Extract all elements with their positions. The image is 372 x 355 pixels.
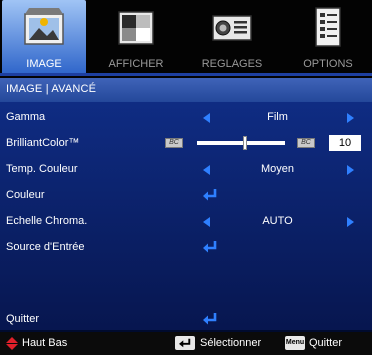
- tab-label: IMAGE: [26, 58, 62, 70]
- menu-row-brilliantcolor[interactable]: BrilliantColor™ BC BC 10: [0, 130, 372, 156]
- row-value: Film: [267, 111, 288, 123]
- row-label: Couleur: [6, 189, 45, 201]
- footer-help-bar: Haut Bas Sélectionner Menu Quitter: [0, 332, 372, 355]
- brilliantcolor-slider[interactable]: [197, 141, 285, 145]
- row-label: Gamma: [6, 111, 46, 123]
- osd-menu: IMAGE AFFICHER REGLAGES OPTIONS IMAGE | …: [0, 0, 372, 355]
- tab-divider: [0, 73, 372, 76]
- arrow-left-icon[interactable]: [203, 165, 210, 175]
- tab-label: REGLAGES: [201, 58, 263, 70]
- arrow-right-icon[interactable]: [347, 113, 354, 123]
- row-label: BrilliantColor™: [6, 137, 80, 149]
- quit-hint: Quitter: [309, 337, 343, 349]
- row-value: AUTO: [262, 215, 293, 227]
- enter-key-icon: [175, 336, 195, 350]
- tab-options[interactable]: OPTIONS: [286, 0, 370, 76]
- slider-thumb[interactable]: [243, 136, 247, 150]
- tab-afficher[interactable]: AFFICHER: [94, 0, 178, 76]
- arrow-right-icon[interactable]: [347, 217, 354, 227]
- up-down-icon: [6, 337, 18, 350]
- display-icon: [118, 11, 154, 45]
- row-label: Source d'Entrée: [6, 241, 85, 253]
- menu-row-couleur[interactable]: Couleur: [0, 182, 372, 208]
- arrow-left-icon[interactable]: [203, 113, 210, 123]
- arrow-left-icon[interactable]: [203, 217, 210, 227]
- enter-icon[interactable]: [202, 240, 218, 254]
- image-icon: [24, 8, 64, 45]
- brilliantcolor-min-icon: BC: [165, 138, 183, 148]
- tab-image[interactable]: IMAGE: [2, 0, 86, 76]
- section-header: IMAGE | AVANCÉ: [0, 78, 372, 102]
- menu-row-source-entree[interactable]: Source d'Entrée: [0, 234, 372, 260]
- row-value: Moyen: [260, 163, 295, 175]
- row-label: Quitter: [6, 313, 40, 325]
- tab-bar: IMAGE AFFICHER REGLAGES OPTIONS: [0, 0, 372, 78]
- enter-icon[interactable]: [202, 188, 218, 202]
- arrow-right-icon[interactable]: [347, 165, 354, 175]
- menu-row-echelle-chroma[interactable]: Echelle Chroma. AUTO: [0, 208, 372, 234]
- select-hint: Sélectionner: [200, 337, 262, 349]
- brilliantcolor-max-icon: BC: [297, 138, 315, 148]
- tab-reglages[interactable]: REGLAGES: [190, 0, 274, 76]
- row-label: Echelle Chroma.: [6, 215, 88, 227]
- menu-row-gamma[interactable]: Gamma Film: [0, 104, 372, 130]
- tab-label: OPTIONS: [303, 58, 353, 70]
- menu-body: Gamma Film BrilliantColor™ BC BC 10 Temp…: [0, 102, 372, 330]
- section-title: IMAGE | AVANCÉ: [6, 83, 97, 95]
- options-icon: [315, 7, 341, 47]
- row-label: Temp. Couleur: [6, 163, 78, 175]
- menu-key-icon: Menu: [285, 336, 305, 350]
- brilliantcolor-value: 10: [329, 135, 361, 151]
- nav-hint: Haut Bas: [22, 337, 68, 349]
- tab-label: AFFICHER: [108, 58, 164, 70]
- projector-icon: [212, 15, 252, 41]
- menu-row-quitter[interactable]: Quitter: [0, 306, 372, 332]
- menu-row-temp-couleur[interactable]: Temp. Couleur Moyen: [0, 156, 372, 182]
- enter-icon[interactable]: [202, 312, 218, 326]
